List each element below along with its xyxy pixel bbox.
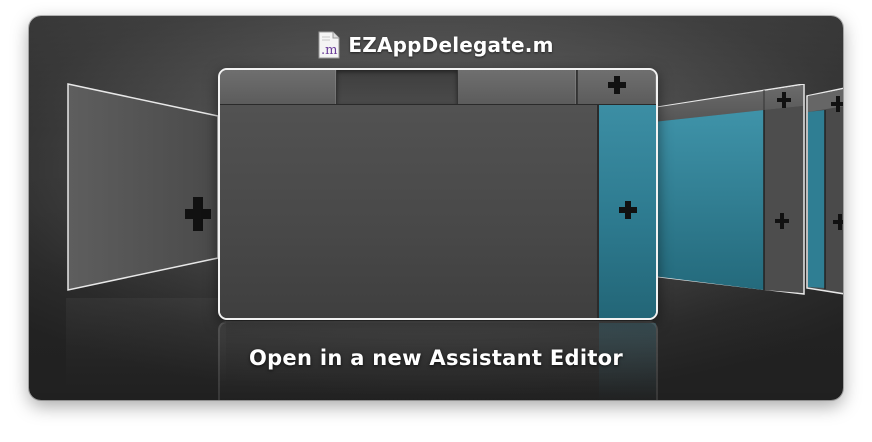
tab-bar [220, 70, 656, 105]
right-editor-preview-2[interactable] [805, 86, 843, 296]
primary-editor-area [220, 105, 596, 318]
plus-icon[interactable] [185, 197, 211, 231]
file-header: .m EZAppDelegate.m [29, 28, 843, 62]
left-editor-preview[interactable] [66, 82, 226, 294]
tab-2-selected[interactable] [337, 70, 458, 104]
action-caption: Open in a new Assistant Editor [248, 346, 624, 370]
plus-icon[interactable] [777, 92, 791, 108]
plus-icon[interactable] [775, 213, 789, 229]
add-assistant-editor-plus-icon[interactable] [618, 200, 637, 223]
plus-icon [608, 76, 626, 98]
assistant-editor-hud: .m EZAppDelegate.m Open in a new Assista… [29, 16, 843, 400]
file-name: EZAppDelegate.m [348, 33, 554, 57]
add-tab-button[interactable] [577, 70, 656, 104]
hud-stage: .m EZAppDelegate.m Open in a new Assista… [0, 0, 872, 442]
objc-m-file-icon: .m [318, 31, 340, 59]
assistant-editor-pane[interactable] [597, 105, 656, 318]
plus-icon[interactable] [831, 96, 843, 112]
tab-1[interactable] [220, 70, 337, 104]
right-editor-preview-1[interactable] [652, 84, 807, 296]
plus-icon[interactable] [833, 214, 843, 230]
tab-3[interactable] [458, 70, 577, 104]
new-assistant-editor-preview[interactable] [218, 68, 658, 320]
svg-text:.m: .m [321, 43, 337, 58]
